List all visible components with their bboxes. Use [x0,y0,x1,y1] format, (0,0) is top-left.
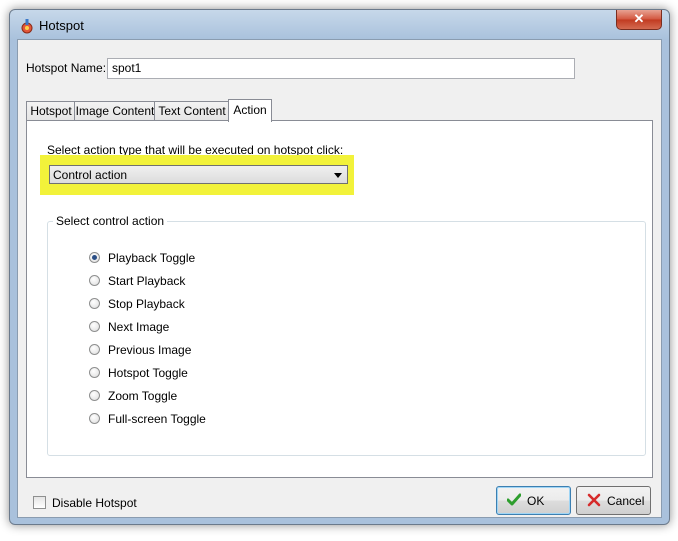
control-action-group: Select control action Playback Toggle St… [47,214,646,456]
radio-label: Full-screen Toggle [108,412,206,426]
cancel-x-icon [587,493,601,507]
checkmark-icon [507,493,521,506]
cancel-button-label: Cancel [607,494,645,508]
radio-label: Previous Image [108,343,192,357]
radio-button[interactable] [89,298,100,309]
radio-selected-dot [92,255,97,260]
dialog-client-area: Hotspot Name: spot1 Hotspot Image Conten… [17,39,662,518]
ok-button[interactable]: OK [496,486,571,515]
tab-action[interactable]: Action [228,99,272,122]
app-icon [21,19,33,34]
radio-button[interactable] [89,275,100,286]
disable-hotspot-checkbox[interactable] [33,496,46,509]
tab-hotspot[interactable]: Hotspot [26,101,76,121]
close-icon: ✕ [633,11,645,26]
radio-label: Zoom Toggle [108,389,178,403]
title-bar[interactable]: Hotspot ✕ [10,10,669,40]
radio-label: Next Image [108,320,170,334]
window-title: Hotspot [39,18,84,33]
close-button[interactable]: ✕ [616,10,662,30]
tab-text-content[interactable]: Text Content [154,101,230,121]
chevron-down-icon [334,173,342,178]
ok-button-label: OK [527,494,545,508]
cancel-button[interactable]: Cancel [576,486,651,515]
radio-label: Start Playback [108,274,186,288]
dialog-window: Hotspot ✕ Hotspot Name: spot1 Hotspot Im… [9,9,670,525]
radio-label: Playback Toggle [108,251,196,265]
disable-hotspot-label: Disable Hotspot [52,496,137,510]
control-action-legend: Select control action [53,214,168,228]
radio-button[interactable] [89,367,100,378]
hotspot-name-label: Hotspot Name: [26,61,107,75]
radio-label: Hotspot Toggle [108,366,188,380]
hotspot-name-input[interactable]: spot1 [107,58,575,79]
action-type-selected: Control action [53,168,128,182]
tab-image-content[interactable]: Image Content [74,101,156,121]
radio-button[interactable] [89,321,100,332]
action-type-dropdown[interactable]: Control action [49,165,348,184]
radio-button[interactable] [89,413,100,424]
radio-button[interactable] [89,390,100,401]
radio-button[interactable] [89,344,100,355]
action-tab-panel: Select action type that will be executed… [26,120,653,478]
radio-label: Stop Playback [108,297,185,311]
radio-button[interactable] [89,252,100,263]
